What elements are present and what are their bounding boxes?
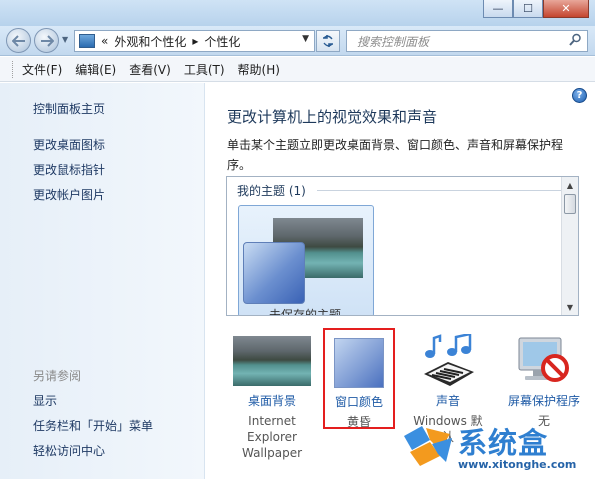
- unsaved-theme-tile[interactable]: 未保存的主题: [238, 205, 374, 316]
- page-title: 更改计算机上的视觉效果和声音: [227, 108, 438, 126]
- task-pane: 控制面板主页 更改桌面图标 更改鼠标指针 更改帐户图片 另请参阅 显示 任务栏和…: [0, 83, 205, 479]
- desktop-background-thumbnail: [233, 336, 311, 386]
- scroll-thumb[interactable]: [564, 194, 576, 214]
- address-dropdown-icon[interactable]: ▼: [302, 34, 309, 44]
- sounds-label[interactable]: 声音: [412, 392, 484, 409]
- display-link[interactable]: 显示: [33, 392, 57, 409]
- search-placeholder: 搜索控制面板: [357, 34, 430, 49]
- sounds-icon: [418, 332, 478, 388]
- search-input[interactable]: 搜索控制面板: [346, 30, 588, 52]
- menu-tools[interactable]: 工具(T): [184, 61, 225, 78]
- screen-saver-icon: [515, 334, 573, 388]
- search-icon[interactable]: [569, 33, 582, 50]
- window-color-swatch: [334, 338, 384, 388]
- maximize-button[interactable]: ☐: [513, 0, 543, 18]
- control-panel-home-link[interactable]: 控制面板主页: [33, 100, 105, 117]
- refresh-button[interactable]: [316, 30, 340, 52]
- desktop-background-name-1: Internet: [248, 414, 296, 428]
- desktop-background-tile[interactable]: 桌面背景 Internet Explorer Wallpaper: [228, 328, 316, 461]
- address-overflow[interactable]: «: [101, 34, 108, 48]
- menu-view[interactable]: 查看(V): [129, 61, 171, 78]
- window-controls: — ☐ ✕: [483, 0, 589, 18]
- back-arrow-icon: [11, 34, 25, 47]
- theme-window-color-preview: [243, 242, 305, 304]
- menu-help[interactable]: 帮助(H): [238, 61, 280, 78]
- watermark-url: www.xitonghe.com: [458, 458, 577, 471]
- control-panel-icon: [79, 34, 95, 48]
- recent-pages-dropdown-icon[interactable]: ▼: [62, 35, 68, 44]
- page-description: 单击某个主题立即更改桌面背景、窗口颜色、声音和屏幕保护程序。: [227, 138, 564, 172]
- screen-saver-label[interactable]: 屏幕保护程序: [496, 392, 592, 409]
- window-color-label[interactable]: 窗口颜色: [325, 393, 393, 410]
- my-themes-group-label: 我的主题 (1): [237, 184, 306, 198]
- theme-caption: 未保存的主题: [269, 308, 342, 316]
- breadcrumb-appearance[interactable]: 外观和个性化: [114, 33, 186, 50]
- menu-grip: [12, 61, 14, 78]
- menu-bar: 文件(F) 编辑(E) 查看(V) 工具(T) 帮助(H): [0, 57, 595, 82]
- theme-list-scrollbar[interactable]: ▲ ▼: [561, 177, 578, 315]
- group-divider: [317, 190, 561, 191]
- forward-button[interactable]: [34, 28, 59, 53]
- site-watermark: 系统盒 www.xitonghe.com: [400, 420, 595, 479]
- desktop-background-name-2: Explorer: [247, 430, 297, 444]
- window-color-name: 黄昏: [346, 415, 371, 429]
- close-button[interactable]: ✕: [543, 0, 589, 18]
- change-mouse-pointers-link[interactable]: 更改鼠标指针: [33, 161, 105, 178]
- theme-list[interactable]: 我的主题 (1) 未保存的主题 ▲ ▼: [226, 176, 579, 316]
- taskbar-start-menu-link[interactable]: 任务栏和「开始」菜单: [33, 417, 153, 434]
- watermark-name: 系统盒: [458, 426, 549, 460]
- menu-file[interactable]: 文件(F): [22, 61, 62, 78]
- breadcrumb-personalization[interactable]: 个性化: [204, 33, 240, 50]
- scroll-up-icon[interactable]: ▲: [562, 177, 578, 193]
- navigation-bar: ▼ « 外观和个性化 ▸ 个性化 ▼ 搜索控制面板: [0, 26, 595, 56]
- ease-of-access-link[interactable]: 轻松访问中心: [33, 442, 105, 459]
- scroll-down-icon[interactable]: ▼: [562, 299, 578, 315]
- minimize-button[interactable]: —: [483, 0, 513, 18]
- watermark-logo-icon: [404, 426, 452, 466]
- menu-edit[interactable]: 编辑(E): [75, 61, 116, 78]
- title-bar: — ☐ ✕: [0, 0, 595, 26]
- change-account-picture-link[interactable]: 更改帐户图片: [33, 186, 105, 203]
- address-bar[interactable]: « 外观和个性化 ▸ 个性化 ▼: [74, 30, 315, 52]
- screen-saver-tile[interactable]: 屏幕保护程序 无: [496, 328, 592, 429]
- desktop-background-name-3: Wallpaper: [241, 446, 303, 460]
- window-color-tile[interactable]: 窗口颜色 黄昏: [323, 328, 395, 429]
- help-icon[interactable]: ?: [572, 88, 587, 103]
- see-also-heading: 另请参阅: [33, 369, 82, 383]
- desktop-background-label[interactable]: 桌面背景: [228, 392, 316, 409]
- breadcrumb-separator-icon[interactable]: ▸: [192, 34, 198, 48]
- back-button[interactable]: [6, 28, 31, 53]
- change-desktop-icons-link[interactable]: 更改桌面图标: [33, 136, 105, 153]
- refresh-icon: [323, 35, 333, 47]
- forward-arrow-icon: [40, 34, 54, 47]
